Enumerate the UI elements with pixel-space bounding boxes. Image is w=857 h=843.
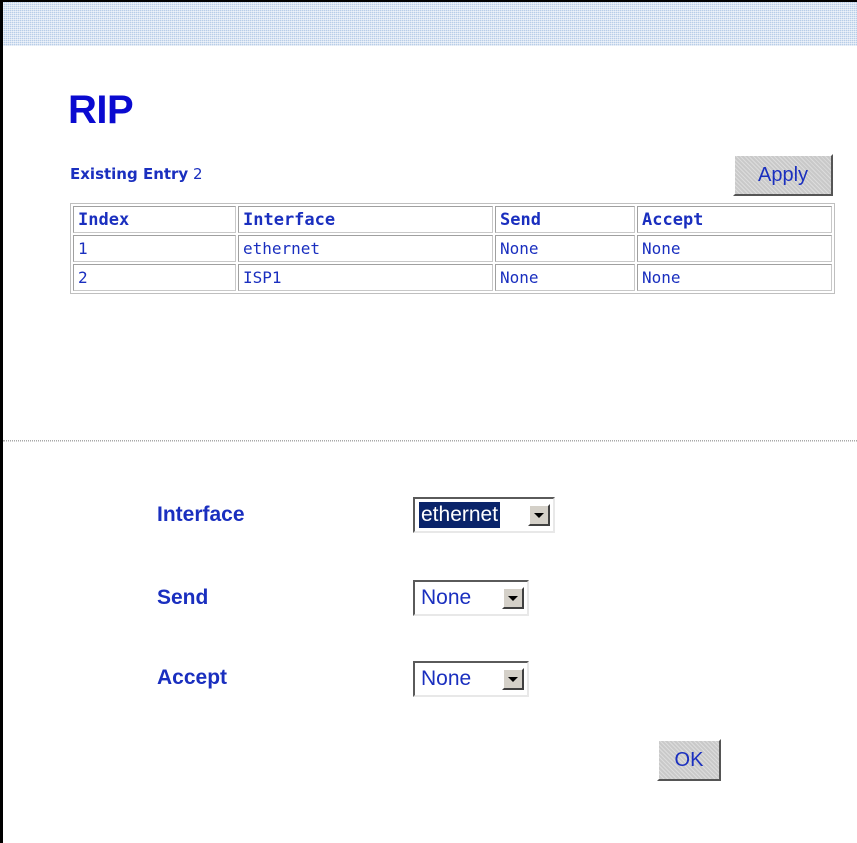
- table-row[interactable]: 2 ISP1 None None: [73, 264, 832, 291]
- rip-table: Index Interface Send Accept 1 ethernet N…: [70, 203, 835, 294]
- send-select-value: None: [421, 586, 472, 609]
- cell-interface: ethernet: [238, 235, 493, 262]
- cell-index: 1: [73, 235, 236, 262]
- send-label: Send: [157, 586, 209, 609]
- header-banner: [3, 2, 857, 46]
- ok-button[interactable]: OK: [657, 739, 721, 781]
- cell-send: None: [495, 235, 635, 262]
- chevron-down-icon[interactable]: [528, 504, 550, 526]
- existing-entry-label: Existing Entry: [70, 165, 189, 183]
- column-header-interface: Interface: [238, 206, 493, 233]
- column-header-index: Index: [73, 206, 236, 233]
- existing-entry-count: 2: [193, 165, 203, 183]
- section-divider: [3, 440, 857, 442]
- cell-send: None: [495, 264, 635, 291]
- chevron-down-icon[interactable]: [502, 668, 524, 690]
- accept-label: Accept: [157, 666, 228, 689]
- send-select[interactable]: None: [413, 580, 529, 616]
- interface-label: Interface: [157, 503, 245, 526]
- table-row[interactable]: 1 ethernet None None: [73, 235, 832, 262]
- interface-select[interactable]: ethernet: [413, 497, 555, 533]
- page-title: RIP: [68, 88, 134, 132]
- chevron-down-icon[interactable]: [502, 587, 524, 609]
- apply-button[interactable]: Apply: [733, 154, 833, 196]
- cell-interface: ISP1: [238, 264, 493, 291]
- cell-accept: None: [637, 235, 832, 262]
- cell-accept: None: [637, 264, 832, 291]
- column-header-send: Send: [495, 206, 635, 233]
- interface-select-value: ethernet: [417, 501, 502, 529]
- column-header-accept: Accept: [637, 206, 832, 233]
- existing-entry-info: Existing Entry 2: [70, 165, 203, 183]
- accept-select[interactable]: None: [413, 661, 529, 697]
- table-header-row: Index Interface Send Accept: [73, 206, 832, 233]
- accept-select-value: None: [421, 667, 472, 690]
- cell-index: 2: [73, 264, 236, 291]
